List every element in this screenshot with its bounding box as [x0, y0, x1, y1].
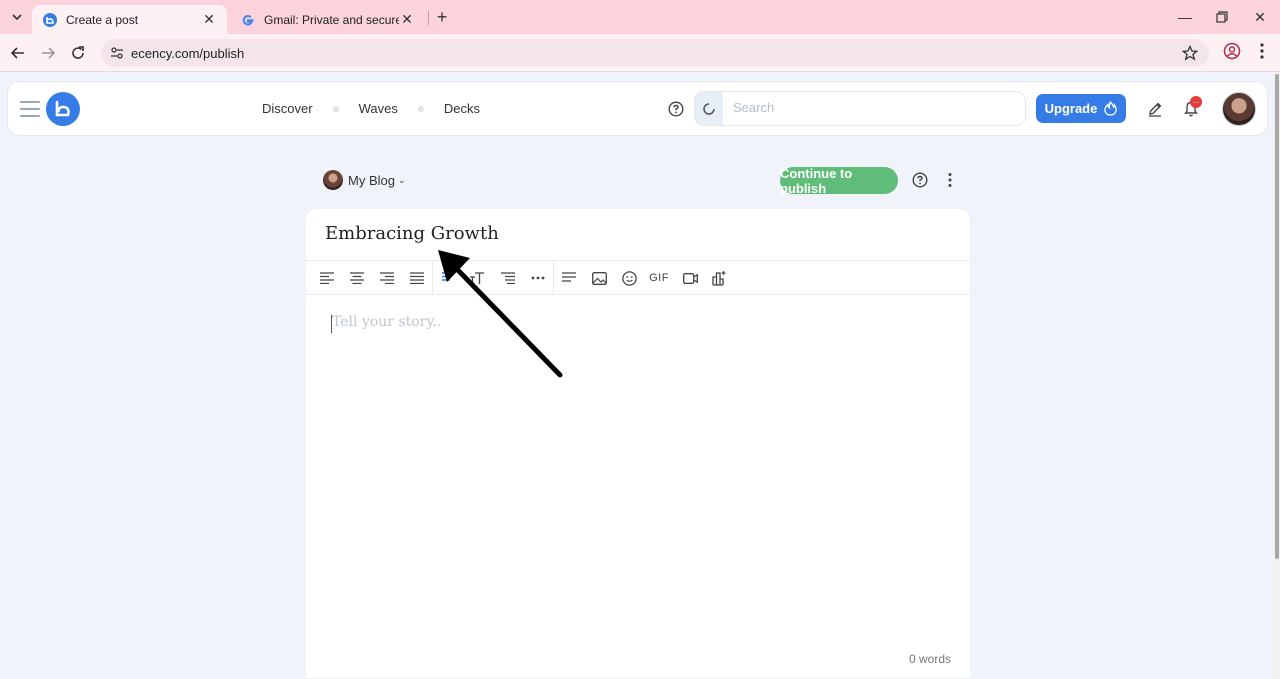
- align-right-icon[interactable]: [377, 268, 397, 288]
- tab-title: Gmail: Private and secure email: [264, 12, 399, 27]
- close-window-icon[interactable]: ✕: [1241, 0, 1279, 34]
- bold-icon[interactable]: [437, 268, 457, 288]
- blog-avatar: [323, 170, 343, 190]
- blog-selector[interactable]: My Blog ⌄: [323, 170, 406, 190]
- tab-divider: [428, 11, 429, 25]
- ecency-logo-icon[interactable]: [46, 92, 80, 126]
- poll-chart-icon[interactable]: [709, 268, 729, 288]
- write-pen-icon[interactable]: [1145, 99, 1165, 119]
- browser-tab-strip: Create a post ✕ Gmail: Private and secur…: [0, 0, 1280, 34]
- forward-icon[interactable]: [36, 41, 60, 65]
- search-input[interactable]: [733, 100, 1013, 115]
- chevron-down-icon: ⌄: [397, 174, 406, 185]
- scrollbar-thumb[interactable]: [1275, 74, 1279, 559]
- image-icon[interactable]: [589, 268, 609, 288]
- google-favicon-icon: [240, 12, 256, 28]
- more-options-icon[interactable]: [941, 171, 959, 189]
- nav-dot-separator: [417, 105, 424, 112]
- user-avatar[interactable]: [1222, 92, 1256, 126]
- new-tab-icon[interactable]: +: [432, 7, 452, 27]
- emoji-icon[interactable]: [619, 268, 639, 288]
- upgrade-label: Upgrade: [1044, 101, 1098, 116]
- align-left-icon[interactable]: [317, 268, 337, 288]
- nav-dot-separator: [332, 105, 339, 112]
- post-body-placeholder[interactable]: Tell your story..: [332, 314, 441, 330]
- text-size-icon[interactable]: [467, 268, 487, 288]
- url-text: ecency.com/publish: [131, 46, 245, 61]
- tab-gmail[interactable]: Gmail: Private and secure email ✕: [230, 5, 425, 34]
- search-box: [694, 91, 1026, 126]
- align-center-icon[interactable]: [347, 268, 367, 288]
- more-formatting-icon[interactable]: [528, 268, 548, 288]
- notification-badge: ...: [1190, 96, 1202, 108]
- address-bar[interactable]: ecency.com/publish: [101, 39, 1209, 67]
- nav-link-waves[interactable]: Waves: [359, 101, 398, 116]
- back-icon[interactable]: [6, 41, 30, 65]
- close-tab-icon[interactable]: ✕: [201, 11, 217, 28]
- main-nav-links: Discover Waves Decks: [262, 101, 480, 116]
- post-title-input[interactable]: Embracing Growth: [325, 223, 499, 244]
- close-tab-icon[interactable]: ✕: [399, 11, 415, 28]
- ecency-favicon-icon: [42, 12, 58, 28]
- hamburger-menu-icon[interactable]: [20, 101, 40, 117]
- list-icon[interactable]: [498, 268, 518, 288]
- app-navbar: Discover Waves Decks Upgrade ...: [7, 81, 1268, 136]
- tab-search-icon[interactable]: [6, 6, 28, 28]
- flame-icon: [1104, 101, 1118, 116]
- video-icon[interactable]: [680, 268, 700, 288]
- tab-create-post[interactable]: Create a post ✕: [32, 5, 227, 34]
- site-settings-icon[interactable]: [109, 45, 125, 61]
- editor-help-icon[interactable]: [911, 171, 929, 189]
- browser-toolbar: ecency.com/publish: [0, 34, 1280, 72]
- toolbar-divider: [553, 261, 554, 295]
- browser-menu-icon[interactable]: [1252, 41, 1272, 61]
- bookmark-star-icon[interactable]: [1181, 44, 1199, 62]
- minimize-icon[interactable]: —: [1166, 0, 1204, 34]
- continue-to-publish-button[interactable]: Continue to publish: [780, 166, 898, 196]
- blog-selector-label: My Blog: [348, 172, 395, 188]
- tab-title: Create a post: [66, 12, 139, 27]
- browser-profile-icon[interactable]: [1222, 41, 1242, 61]
- post-editor: Embracing Growth GIF Tell your story.. 0…: [305, 208, 971, 679]
- nav-link-discover[interactable]: Discover: [262, 101, 313, 116]
- restore-icon[interactable]: [1203, 0, 1241, 34]
- formatting-toolbar: GIF: [306, 260, 970, 295]
- upgrade-button[interactable]: Upgrade: [1036, 94, 1126, 123]
- gif-button[interactable]: GIF: [649, 268, 669, 288]
- page-scrollbar[interactable]: [1274, 72, 1280, 679]
- word-count: 0 words: [908, 652, 951, 666]
- toolbar-divider: [432, 261, 433, 295]
- reload-icon[interactable]: [66, 41, 90, 65]
- align-justify-icon[interactable]: [407, 268, 427, 288]
- search-loading-icon: [695, 92, 723, 125]
- paragraph-icon[interactable]: [559, 268, 579, 288]
- help-icon[interactable]: [667, 100, 685, 118]
- nav-link-decks[interactable]: Decks: [444, 101, 480, 116]
